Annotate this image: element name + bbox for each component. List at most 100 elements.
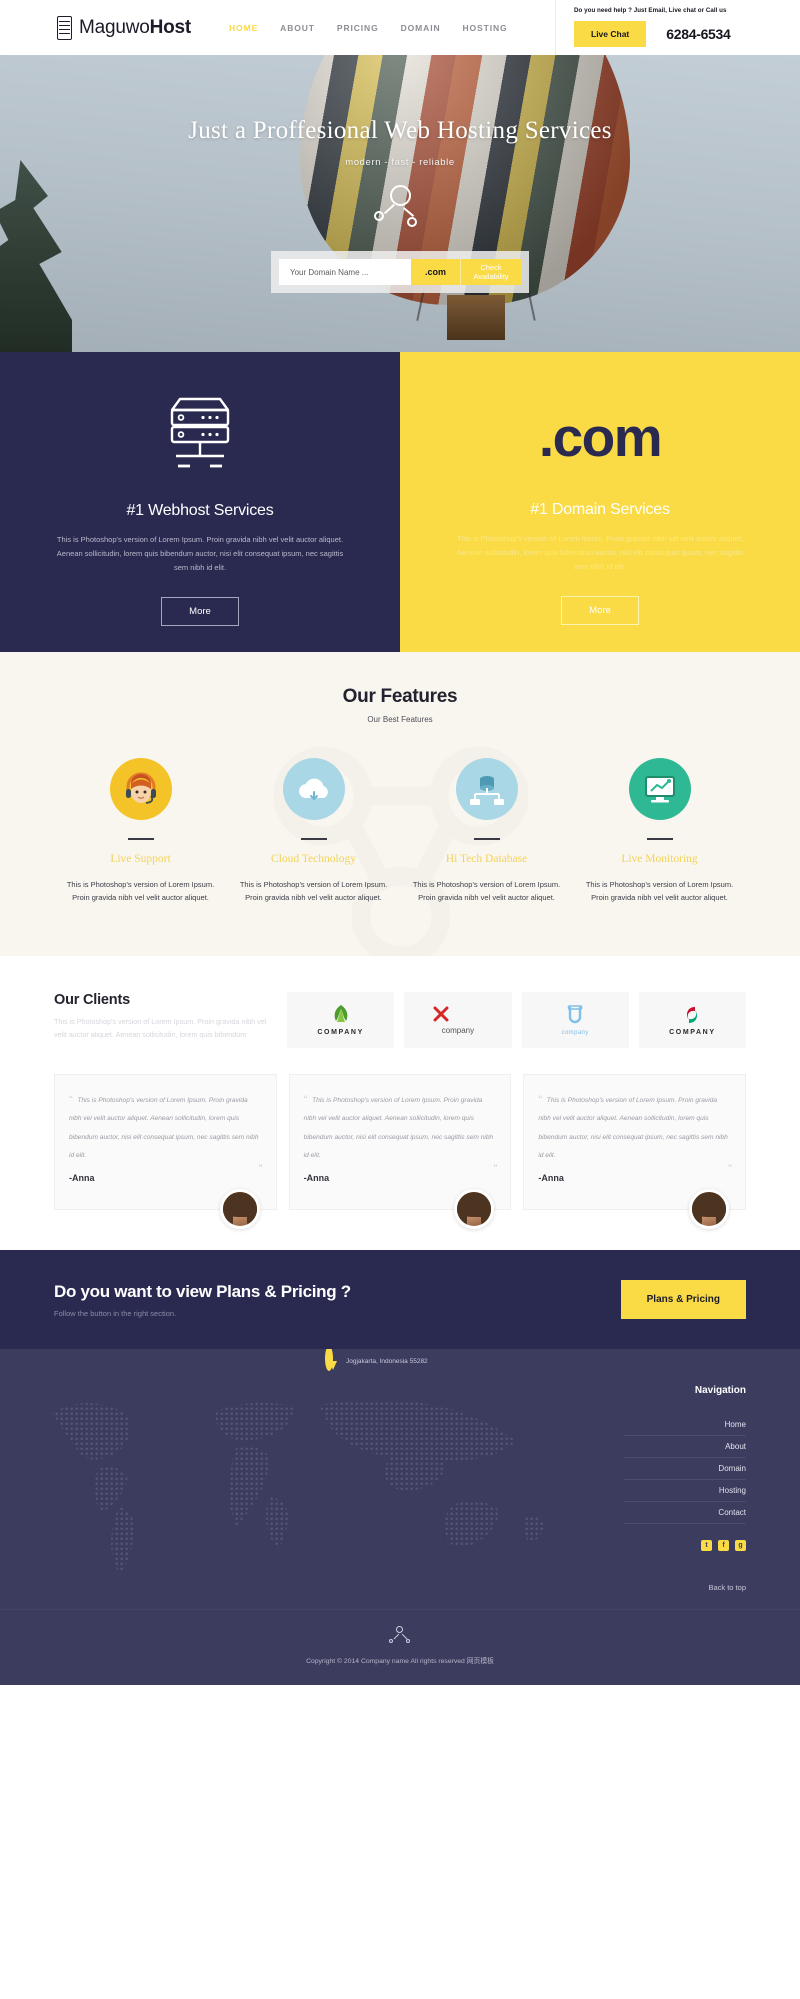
- site-footer: Jogjakarta, Indonesia 55282 Navigation H…: [0, 1349, 800, 1609]
- client-logo-item[interactable]: company: [521, 992, 629, 1049]
- main-navigation: HOME ABOUT PRICING DOMAIN HOSTING: [229, 23, 507, 33]
- features-section: Our Features Our Best Features Live Supp…: [0, 652, 800, 957]
- footer-navigation: Navigation Home About Domain Hosting Con…: [624, 1385, 746, 1592]
- site-header: MaguwoHost HOME ABOUT PRICING DOMAIN HOS…: [0, 0, 800, 55]
- footer-nav-title: Navigation: [694, 1385, 746, 1396]
- server-icon: [57, 15, 72, 40]
- help-contact-box: Do you need help ? Just Email, Live chat…: [555, 0, 800, 55]
- divider: [473, 838, 500, 840]
- divider: [127, 838, 154, 840]
- quote-open-icon: “: [69, 1094, 73, 1105]
- feature-title: Cloud Technology: [271, 853, 356, 865]
- back-to-top-link[interactable]: Back to top: [624, 1583, 746, 1592]
- domain-search-input[interactable]: [279, 259, 411, 285]
- brand-logo[interactable]: MaguwoHost: [57, 15, 191, 40]
- domain-search-panel: .com Check Availability: [271, 251, 529, 293]
- network-logo-icon: [389, 1626, 411, 1646]
- u-magnet-logo-icon: [567, 1004, 583, 1023]
- domain-services-panel: .com #1 Domain Services This is Photosho…: [400, 352, 800, 652]
- balloon-basket: [447, 295, 505, 340]
- quote-close-icon: ”: [728, 1163, 733, 1173]
- nav-item-hosting[interactable]: HOSTING: [463, 23, 508, 33]
- nav-item-home[interactable]: HOME: [229, 23, 258, 33]
- facebook-icon[interactable]: f: [718, 1540, 729, 1551]
- headset-support-icon: [109, 758, 172, 820]
- network-logo-icon: [374, 185, 426, 233]
- client-logo-label: COMPANY: [669, 1029, 716, 1037]
- feature-description: This is Photoshop's version of Lorem Ips…: [585, 880, 734, 903]
- help-actions: Live Chat 6284-6534: [574, 21, 800, 47]
- monitor-chart-icon: [628, 758, 691, 820]
- testimonial-quote: This is Photoshop's version of Lorem Ips…: [69, 1097, 259, 1159]
- hero-subtitle: modern - fast - reliable: [345, 157, 455, 168]
- nav-item-domain[interactable]: DOMAIN: [401, 23, 441, 33]
- webhost-description: This is Photoshop's version of Lorem Ips…: [56, 535, 344, 572]
- divider: [646, 838, 673, 840]
- client-logo-item[interactable]: company: [404, 992, 512, 1049]
- divider: [300, 838, 327, 840]
- database-icon: [455, 758, 518, 820]
- nav-item-pricing[interactable]: PRICING: [337, 23, 379, 33]
- check-availability-button[interactable]: Check Availability: [460, 259, 521, 285]
- testimonial-quote: This is Photoshop's version of Lorem Ips…: [538, 1097, 728, 1159]
- footer-link-contact[interactable]: Contact: [624, 1502, 746, 1524]
- tld-label: .com: [411, 259, 461, 285]
- footer-link-domain[interactable]: Domain: [624, 1458, 746, 1480]
- x-logo-icon: [433, 1006, 449, 1022]
- brand-name: MaguwoHost: [79, 17, 191, 39]
- domain-more-button[interactable]: More: [561, 595, 639, 625]
- footer-link-home[interactable]: Home: [624, 1414, 746, 1436]
- google-plus-icon[interactable]: g: [735, 1540, 746, 1551]
- hero-banner: Just a Proffesional Web Hosting Services…: [0, 55, 800, 352]
- twitter-icon[interactable]: t: [701, 1540, 712, 1551]
- social-links: t f g: [624, 1540, 746, 1551]
- testimonial-quote: This is Photoshop's version of Lorem Ips…: [303, 1097, 494, 1159]
- server-rack-icon: [170, 397, 230, 468]
- brand-name-bold: Host: [149, 16, 192, 38]
- testimonial-card: “ This is Photoshop's version of Lorem I…: [523, 1074, 747, 1229]
- footer-link-hosting[interactable]: Hosting: [624, 1480, 746, 1502]
- leaf-logo-icon: [334, 1005, 348, 1023]
- domain-description: This is Photoshop's version of Lorem Ips…: [456, 534, 744, 571]
- live-chat-button[interactable]: Live Chat: [574, 21, 647, 47]
- feature-card-live-support: Live Support This is Photoshop's version…: [54, 758, 227, 904]
- brand-name-light: Maguwo: [79, 16, 150, 38]
- dotcom-badge: .com: [538, 406, 663, 468]
- avatar: [219, 1189, 260, 1229]
- footer-link-about[interactable]: About: [624, 1436, 746, 1458]
- pricing-cta-section: Do you want to view Plans & Pricing ? Fo…: [0, 1250, 800, 1349]
- testimonials-section: “ This is Photoshop's version of Lorem I…: [0, 1048, 800, 1250]
- testimonial-author: -Anna: [303, 1173, 330, 1183]
- help-text: Do you need help ? Just Email, Live chat…: [574, 7, 727, 14]
- client-logo-item[interactable]: COMPANY: [638, 992, 746, 1049]
- plans-pricing-button[interactable]: Plans & Pricing: [620, 1280, 746, 1319]
- phone-number: 6284-6534: [666, 26, 731, 42]
- quote-open-icon: “: [303, 1094, 308, 1105]
- feature-card-hi-tech-database: Hi Tech Database This is Photoshop's ver…: [400, 758, 573, 904]
- feature-title: Live Monitoring: [621, 853, 698, 865]
- feature-description: This is Photoshop's version of Lorem Ips…: [239, 880, 388, 903]
- location-marker: Jogjakarta, Indonesia 55282: [325, 1349, 428, 1372]
- cta-text-block: Do you want to view Plans & Pricing ? Fo…: [54, 1282, 351, 1318]
- testimonial-author: -Anna: [69, 1173, 95, 1183]
- feature-description: This is Photoshop's version of Lorem Ips…: [66, 880, 215, 903]
- features-subtitle: Our Best Features: [367, 715, 433, 724]
- webhost-more-button[interactable]: More: [161, 596, 239, 626]
- cloud-icon: [282, 758, 345, 820]
- feature-title: Live Support: [110, 853, 171, 865]
- domain-title: #1 Domain Services: [530, 501, 670, 518]
- client-logo-item[interactable]: COMPANY: [287, 992, 395, 1049]
- client-logo-list: COMPANY company company COMPANY: [287, 992, 746, 1049]
- feature-card-cloud-technology: Cloud Technology This is Photoshop's ver…: [227, 758, 400, 904]
- webhost-title: #1 Webhost Services: [126, 502, 274, 519]
- nav-item-about[interactable]: ABOUT: [280, 23, 315, 33]
- client-logo-label: company: [441, 1026, 475, 1036]
- testimonial-author: -Anna: [538, 1173, 564, 1183]
- location-label: Jogjakarta, Indonesia 55282: [346, 1357, 428, 1365]
- map-pin-icon: [325, 1349, 341, 1372]
- hero-title: Just a Proffesional Web Hosting Services: [188, 117, 612, 144]
- cta-title: Do you want to view Plans & Pricing ?: [54, 1281, 351, 1301]
- testimonial-card: “ This is Photoshop's version of Lorem I…: [54, 1074, 277, 1229]
- avatar: [454, 1189, 495, 1229]
- feature-card-live-monitoring: Live Monitoring This is Photoshop's vers…: [573, 758, 746, 904]
